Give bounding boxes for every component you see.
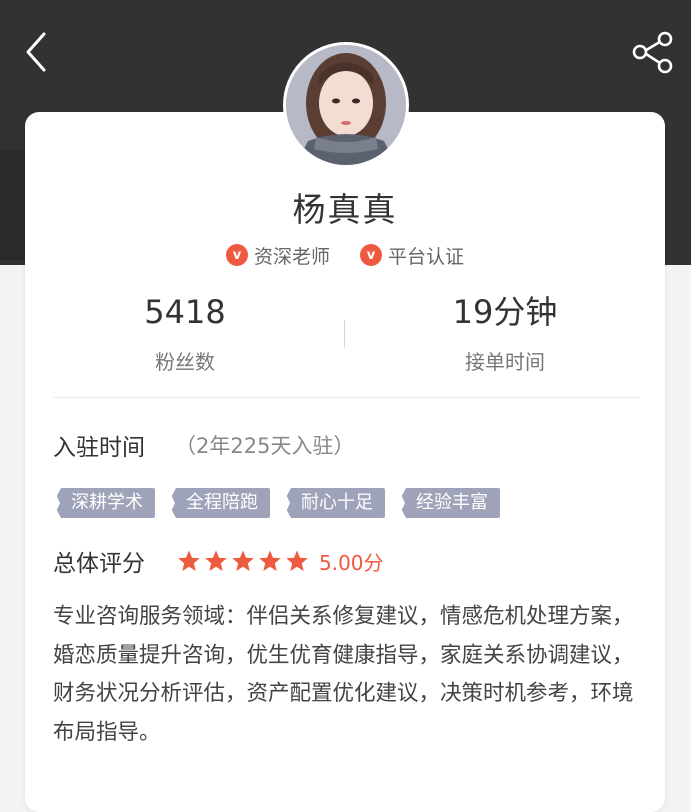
tag-item: 经验丰富 <box>398 488 500 518</box>
badge-label: 平台认证 <box>388 245 465 268</box>
stats-row: 5418 粉丝数 19分钟 接单时间 <box>25 290 665 385</box>
stat-followers: 5418 粉丝数 <box>25 290 345 375</box>
tag-item: 全程陪跑 <box>168 488 270 518</box>
response-time-label: 接单时间 <box>465 350 545 374</box>
star-icon <box>259 550 281 571</box>
section-divider <box>53 397 640 398</box>
background-peek <box>0 150 28 260</box>
teacher-name: 杨真真 <box>292 190 398 229</box>
badge-label: 资深老师 <box>253 245 330 268</box>
rating-row: 总体评分 5.00分 <box>53 543 384 579</box>
rating-title: 总体评分 <box>53 551 145 577</box>
join-time-duration: （2年225天入驻） <box>175 434 355 458</box>
back-button[interactable] <box>18 30 58 74</box>
star-icon <box>232 550 254 571</box>
share-icon <box>632 31 673 74</box>
join-time-title: 入驻时间 <box>53 435 145 461</box>
followers-label: 粉丝数 <box>155 350 215 374</box>
tag-item: 深耕学术 <box>53 488 155 518</box>
followers-count: 5418 <box>144 293 226 331</box>
tag-list: 深耕学术 全程陪跑 耐心十足 经验丰富 <box>53 488 500 518</box>
verified-icon: v <box>225 244 248 266</box>
star-icon <box>178 550 200 571</box>
tag-item: 耐心十足 <box>283 488 385 518</box>
rating-score: 5.00分 <box>319 550 384 575</box>
rating-stars <box>177 549 309 573</box>
response-time-value: 19分钟 <box>452 293 558 331</box>
verified-icon: v <box>360 244 382 266</box>
badge-row: v 资深老师 v 平台认证 <box>25 240 665 270</box>
avatar-photo <box>286 45 406 165</box>
share-button[interactable] <box>630 30 676 76</box>
avatar[interactable] <box>283 42 409 168</box>
star-icon <box>205 550 227 571</box>
chevron-left-icon <box>26 32 46 72</box>
join-time-row: 入驻时间 （2年225天入驻） <box>53 425 354 465</box>
star-icon <box>286 550 308 571</box>
badge-senior-teacher: v 资深老师 <box>225 242 330 269</box>
service-description: 专业咨询服务领域：伴侣关系修复建议，情感危机处理方案，婚恋质量提升咨询，优生优育… <box>53 604 634 745</box>
stat-response-time: 19分钟 接单时间 <box>345 290 665 375</box>
badge-platform-verified: v 平台认证 <box>360 242 464 269</box>
